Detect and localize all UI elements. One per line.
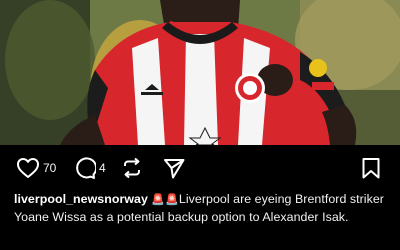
siren-emoji: 🚨🚨 (151, 193, 179, 206)
send-icon (164, 159, 185, 179)
save-button[interactable] (361, 157, 381, 179)
repost-icon (124, 157, 140, 179)
share-button[interactable] (163, 157, 185, 179)
heart-icon (17, 158, 39, 178)
like-button[interactable]: 70 (16, 157, 56, 179)
repost-button[interactable] (121, 157, 143, 179)
post-caption: liverpool_newsnorway 🚨🚨Liverpool are eye… (14, 191, 394, 225)
comment-button[interactable]: 4 (73, 157, 106, 179)
post-action-bar: 70 4 (0, 145, 400, 190)
like-count: 70 (43, 161, 57, 175)
username-link[interactable]: liverpool_newsnorway (14, 192, 148, 206)
comment-count: 4 (99, 161, 106, 175)
bookmark-icon (362, 158, 380, 179)
comment-icon (76, 157, 96, 179)
footballer-image (0, 0, 400, 145)
post-photo[interactable] (0, 0, 400, 145)
